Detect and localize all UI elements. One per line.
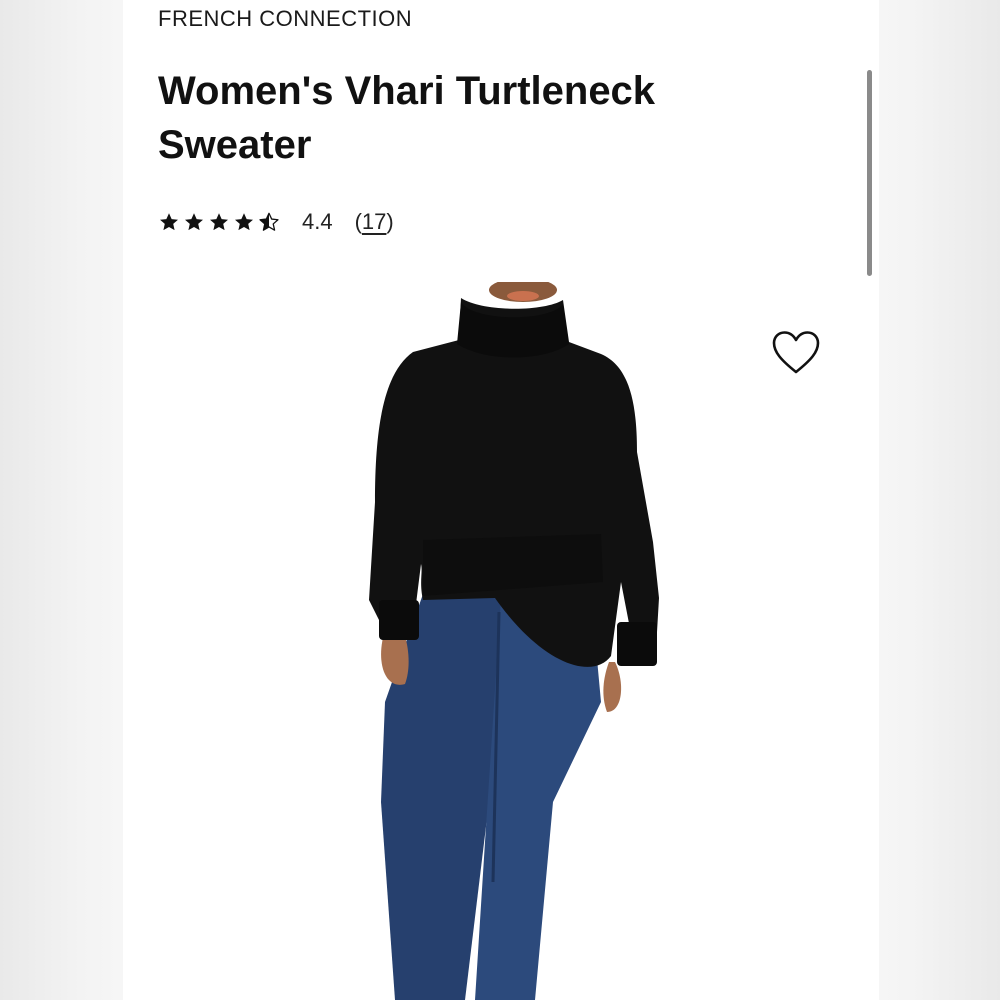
model-lips xyxy=(507,291,539,301)
sweater-left-cuff xyxy=(379,600,419,640)
rating-row[interactable]: 4.4 (17) xyxy=(158,204,394,240)
sweater-right-cuff xyxy=(617,622,657,666)
star-filled-icon xyxy=(235,213,253,231)
review-count-open: ( xyxy=(354,209,362,234)
star-half-icon xyxy=(259,212,279,231)
star-rating xyxy=(158,211,280,233)
review-count-link[interactable]: 17 xyxy=(362,209,386,234)
product-detail-screen: FRENCH CONNECTION Women's Vhari Turtlene… xyxy=(123,0,879,1000)
sweater-model-photo xyxy=(369,282,659,1000)
star-filled-icon xyxy=(185,213,203,231)
star-filled-icon xyxy=(210,213,228,231)
product-title: Women's Vhari Turtleneck Sweater xyxy=(158,69,656,167)
review-count-group[interactable]: (17) xyxy=(355,209,394,235)
favorite-button[interactable] xyxy=(771,330,821,376)
brand-name[interactable]: FRENCH CONNECTION xyxy=(158,6,412,32)
scrollbar-thumb[interactable] xyxy=(867,70,872,276)
heart-outline-icon xyxy=(772,331,820,374)
review-count-close: ) xyxy=(386,209,394,234)
model-right-hand xyxy=(603,662,622,712)
rating-value: 4.4 xyxy=(302,209,333,234)
product-image[interactable] xyxy=(123,282,879,1000)
star-filled-icon xyxy=(160,213,178,231)
